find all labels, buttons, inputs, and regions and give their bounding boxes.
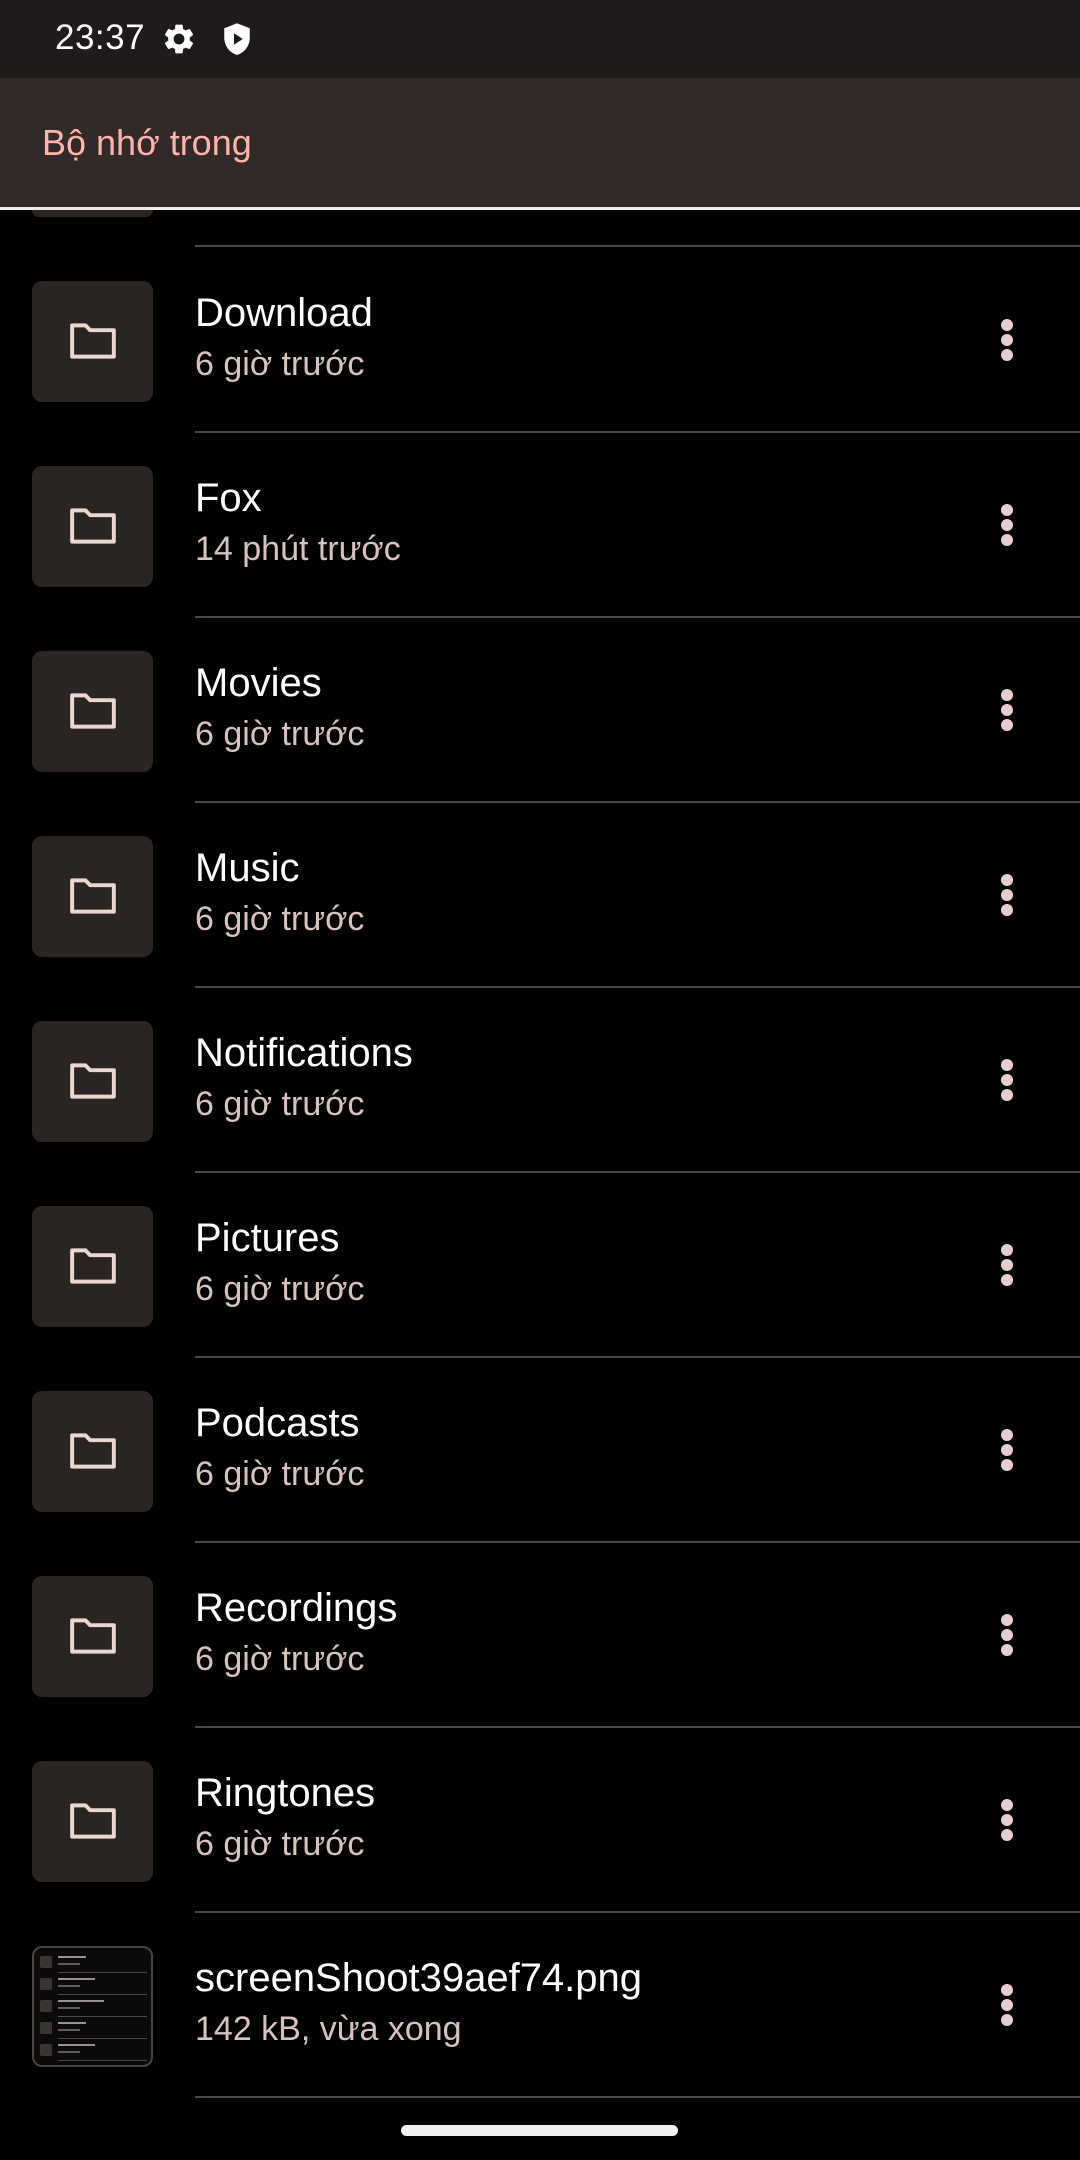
more-vert-icon-dot	[1001, 1614, 1013, 1626]
list-item[interactable]: Music 6 giờ trước	[0, 802, 1080, 987]
more-vert-icon-dot	[1001, 1999, 1013, 2011]
more-vert-icon-dot	[1001, 1799, 1013, 1811]
more-options-button[interactable]	[982, 860, 1032, 930]
more-options-button[interactable]	[982, 1785, 1032, 1855]
more-vert-icon-dot	[1001, 1829, 1013, 1841]
folder-thumbnail	[32, 1206, 153, 1327]
more-vert-icon-dot	[1001, 519, 1013, 531]
folder-icon	[70, 1433, 116, 1469]
folder-thumbnail	[32, 1021, 153, 1142]
item-name: Notifications	[195, 1031, 413, 1075]
item-name: Recordings	[195, 1586, 398, 1630]
folder-thumbnail	[32, 1761, 153, 1882]
status-time: 23:37	[55, 18, 146, 57]
more-options-button[interactable]	[982, 1600, 1032, 1670]
folder-icon	[70, 508, 116, 544]
item-subtitle: 142 kB, vừa xong	[195, 2010, 462, 2048]
more-vert-icon-dot	[1001, 1074, 1013, 1086]
more-options-button[interactable]	[982, 490, 1032, 560]
app-bar: Bộ nhớ trong	[0, 78, 1080, 210]
item-subtitle: 6 giờ trước	[195, 345, 365, 383]
item-name: screenShoot39aef74.png	[195, 1956, 643, 2000]
more-vert-icon-dot	[1001, 334, 1013, 346]
more-vert-icon-dot	[1001, 504, 1013, 516]
more-vert-icon-dot	[1001, 1089, 1013, 1101]
item-subtitle: 6 giờ trước	[195, 1085, 365, 1123]
list-item[interactable]: Ringtones 6 giờ trước	[0, 1727, 1080, 1912]
folder-thumbnail	[32, 651, 153, 772]
more-vert-icon-dot	[1001, 2014, 1013, 2026]
folder-icon	[70, 1248, 116, 1284]
more-options-button[interactable]	[982, 305, 1032, 375]
folder-icon	[70, 1803, 116, 1839]
partial-folder-thumbnail	[32, 210, 153, 217]
status-bar: 23:37	[0, 0, 1080, 78]
item-subtitle: 6 giờ trước	[195, 1455, 365, 1493]
more-vert-icon-dot	[1001, 1444, 1013, 1456]
item-name: Download	[195, 291, 373, 335]
list-item[interactable]: Movies 6 giờ trước	[0, 617, 1080, 802]
more-vert-icon-dot	[1001, 719, 1013, 731]
item-subtitle: 6 giờ trước	[195, 715, 365, 753]
more-vert-icon-dot	[1001, 1814, 1013, 1826]
image-thumbnail	[32, 1946, 153, 2067]
home-indicator[interactable]	[401, 2125, 678, 2136]
folder-icon	[70, 878, 116, 914]
folder-thumbnail	[32, 836, 153, 957]
item-name: Music	[195, 846, 300, 890]
more-options-button[interactable]	[982, 1415, 1032, 1485]
folder-icon	[70, 1063, 116, 1099]
item-name: Fox	[195, 476, 262, 520]
file-list: Download 6 giờ trước Fox 14 phút trước Movie…	[0, 210, 1080, 2130]
more-vert-icon-dot	[1001, 1274, 1013, 1286]
item-subtitle: 6 giờ trước	[195, 900, 365, 938]
page-title: Bộ nhớ trong	[42, 122, 252, 163]
item-name: Podcasts	[195, 1401, 360, 1445]
more-vert-icon-dot	[1001, 874, 1013, 886]
more-vert-icon-dot	[1001, 689, 1013, 701]
more-options-button[interactable]	[982, 675, 1032, 745]
more-vert-icon-dot	[1001, 1984, 1013, 1996]
folder-thumbnail	[32, 1391, 153, 1512]
more-options-button[interactable]	[982, 1970, 1032, 2040]
more-vert-icon-dot	[1001, 1429, 1013, 1441]
more-vert-icon-dot	[1001, 1059, 1013, 1071]
shield-play-icon	[224, 23, 250, 55]
folder-thumbnail	[32, 466, 153, 587]
more-options-button[interactable]	[982, 1045, 1032, 1115]
list-item[interactable]: Podcasts 6 giờ trước	[0, 1357, 1080, 1542]
item-subtitle: 6 giờ trước	[195, 1825, 365, 1863]
more-vert-icon-dot	[1001, 704, 1013, 716]
more-vert-icon-dot	[1001, 319, 1013, 331]
more-vert-icon-dot	[1001, 534, 1013, 546]
item-name: Ringtones	[195, 1771, 376, 1815]
list-divider	[195, 2096, 1080, 2098]
more-vert-icon-dot	[1001, 1459, 1013, 1471]
item-subtitle: 6 giờ trước	[195, 1270, 365, 1308]
more-vert-icon-dot	[1001, 1259, 1013, 1271]
more-vert-icon-dot	[1001, 349, 1013, 361]
list-item[interactable]: Notifications 6 giờ trước	[0, 987, 1080, 1172]
folder-thumbnail	[32, 281, 153, 402]
item-name: Movies	[195, 661, 322, 705]
folder-icon	[70, 323, 116, 359]
list-item[interactable]: Fox 14 phút trước	[0, 432, 1080, 617]
item-name: Pictures	[195, 1216, 340, 1260]
list-item[interactable]: Pictures 6 giờ trước	[0, 1172, 1080, 1357]
more-vert-icon-dot	[1001, 904, 1013, 916]
more-vert-icon-dot	[1001, 1244, 1013, 1256]
folder-icon	[70, 1618, 116, 1654]
folder-icon	[70, 693, 116, 729]
more-options-button[interactable]	[982, 1230, 1032, 1300]
list-item[interactable]: screenShoot39aef74.png 142 kB, vừa xong	[0, 1912, 1080, 2097]
more-vert-icon-dot	[1001, 1629, 1013, 1641]
more-vert-icon-dot	[1001, 889, 1013, 901]
item-subtitle: 6 giờ trước	[195, 1640, 365, 1678]
list-item[interactable]: Download 6 giờ trước	[0, 247, 1080, 432]
list-item[interactable]: Recordings 6 giờ trước	[0, 1542, 1080, 1727]
item-subtitle: 14 phút trước	[195, 530, 401, 568]
folder-thumbnail	[32, 1576, 153, 1697]
more-vert-icon-dot	[1001, 1644, 1013, 1656]
gear-icon	[164, 24, 194, 54]
